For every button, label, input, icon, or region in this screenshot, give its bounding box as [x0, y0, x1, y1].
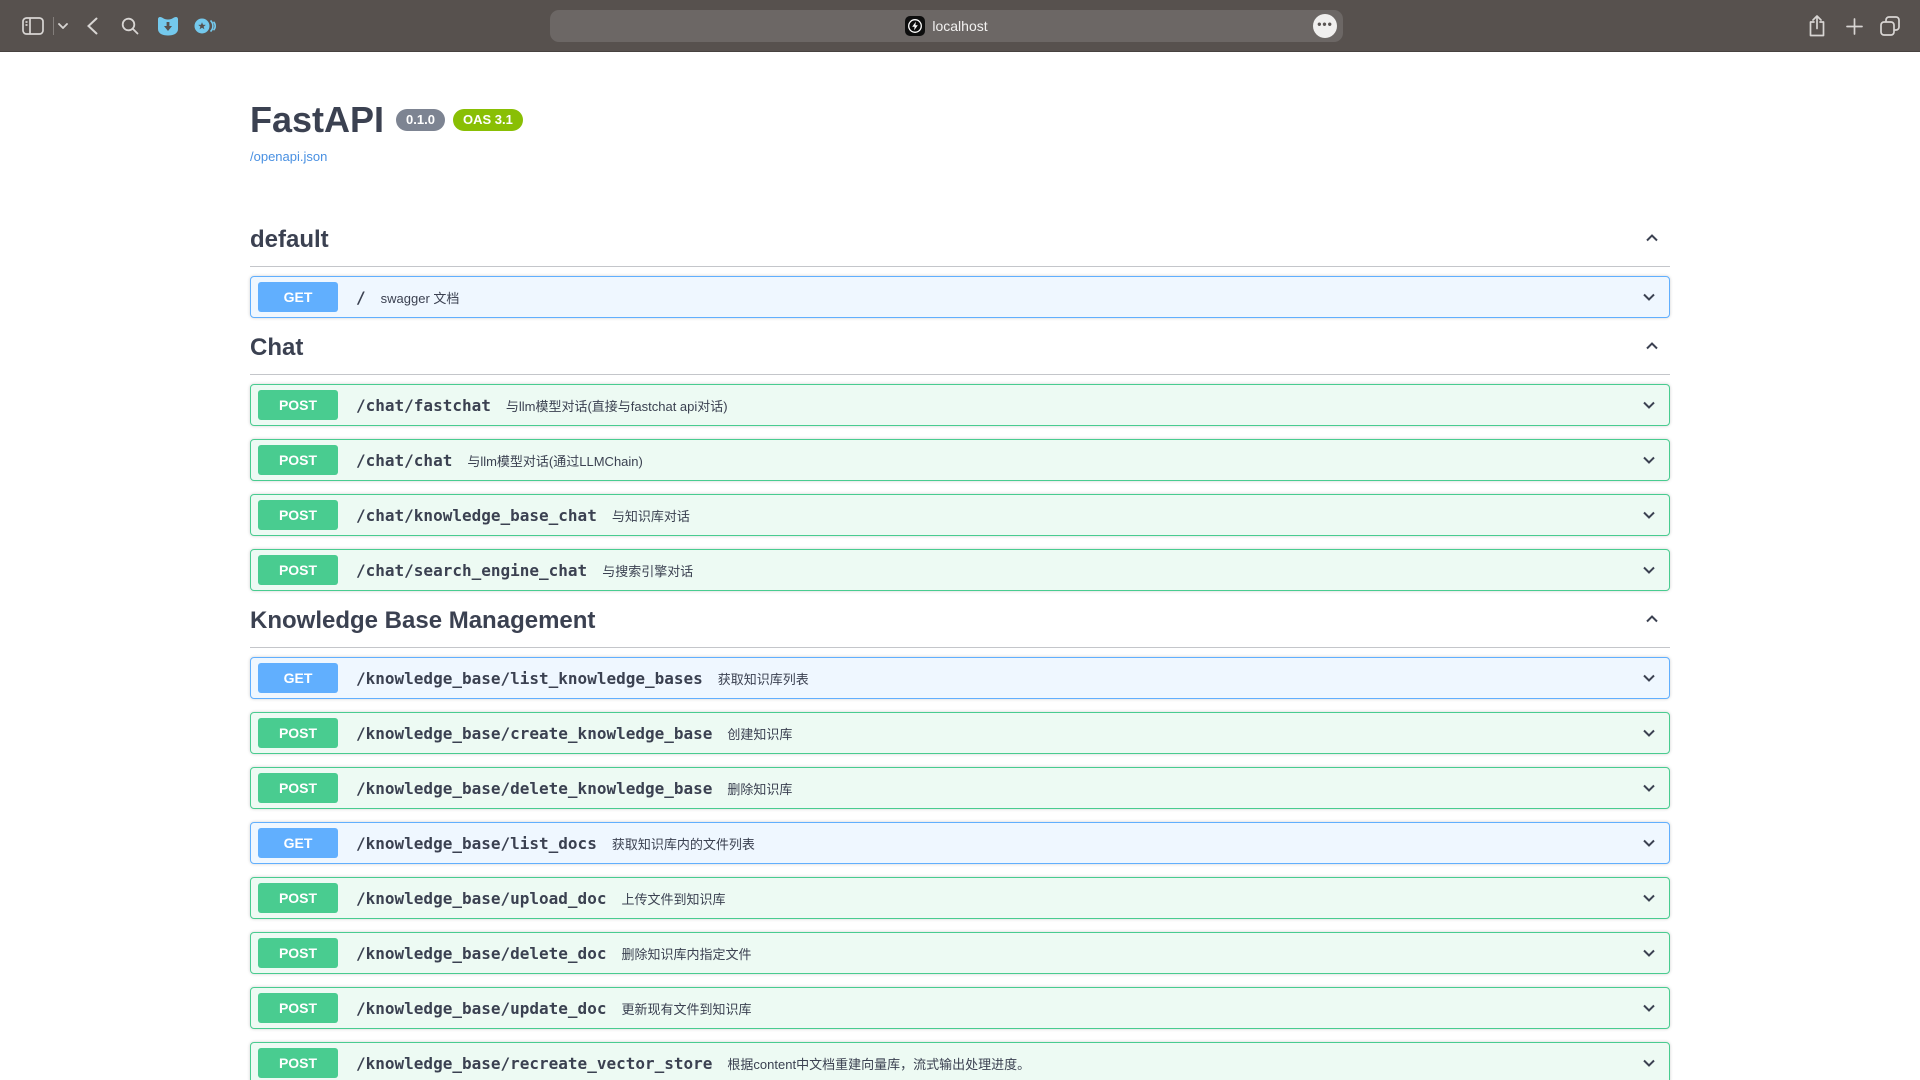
endpoint-summary: swagger 文档: [381, 288, 460, 307]
endpoint-path: /: [356, 288, 366, 307]
section-header[interactable]: Chat: [250, 334, 1670, 375]
method-badge: POST: [258, 773, 338, 803]
chevron-down-icon[interactable]: [1639, 395, 1659, 415]
section-title: Chat: [250, 334, 303, 362]
endpoint-row[interactable]: GET /knowledge_base/list_knowledge_bases…: [250, 657, 1670, 699]
section-knowledge-base-management: Knowledge Base Management GET /knowledge…: [250, 607, 1670, 1080]
chevron-down-icon[interactable]: [1639, 450, 1659, 470]
method-badge: POST: [258, 500, 338, 530]
endpoint-row[interactable]: GET /knowledge_base/list_docs 获取知识库内的文件列…: [250, 822, 1670, 864]
chevron-down-icon[interactable]: [1639, 668, 1659, 688]
share-icon[interactable]: [1806, 0, 1828, 52]
section-chat: Chat POST /chat/fastchat 与llm模型对话(直接与fas…: [250, 334, 1670, 591]
version-badge: 0.1.0: [396, 109, 445, 131]
endpoint-path: /knowledge_base/upload_doc: [356, 889, 606, 908]
endpoint-row[interactable]: POST /knowledge_base/delete_knowledge_ba…: [250, 767, 1670, 809]
api-info: FastAPI 0.1.0 OAS 3.1 /openapi.json: [250, 100, 1670, 166]
endpoint-row[interactable]: POST /chat/search_engine_chat 与搜索引擎对话: [250, 549, 1670, 591]
method-badge: POST: [258, 390, 338, 420]
method-badge: POST: [258, 445, 338, 475]
new-tab-icon[interactable]: [1844, 0, 1864, 52]
section-header[interactable]: Knowledge Base Management: [250, 607, 1670, 648]
endpoint-row[interactable]: POST /knowledge_base/recreate_vector_sto…: [250, 1042, 1670, 1080]
search-icon[interactable]: [120, 0, 140, 52]
endpoint-path: /knowledge_base/list_knowledge_bases: [356, 669, 703, 688]
api-title: FastAPI: [250, 100, 384, 140]
endpoint-row[interactable]: POST /knowledge_base/delete_doc 删除知识库内指定…: [250, 932, 1670, 974]
endpoint-path: /knowledge_base/delete_knowledge_base: [356, 779, 712, 798]
endpoint-row[interactable]: POST /knowledge_base/upload_doc 上传文件到知识库: [250, 877, 1670, 919]
method-badge: POST: [258, 883, 338, 913]
endpoint-summary: 获取知识库列表: [718, 669, 809, 688]
back-icon[interactable]: [83, 0, 101, 52]
browser-toolbar: localhost •••: [0, 0, 1920, 52]
endpoint-summary: 上传文件到知识库: [621, 889, 725, 908]
endpoint-summary: 删除知识库: [727, 779, 792, 798]
section-default: default GET / swagger 文档: [250, 226, 1670, 318]
endpoint-path: /chat/knowledge_base_chat: [356, 506, 597, 525]
endpoint-path: /knowledge_base/create_knowledge_base: [356, 724, 712, 743]
endpoint-row[interactable]: GET / swagger 文档: [250, 276, 1670, 318]
section-title: Knowledge Base Management: [250, 607, 595, 635]
endpoint-row[interactable]: POST /knowledge_base/update_doc 更新现有文件到知…: [250, 987, 1670, 1029]
chevron-down-icon[interactable]: [56, 0, 70, 52]
endpoint-summary: 创建知识库: [727, 724, 792, 743]
chevron-up-icon[interactable]: [1634, 228, 1670, 253]
oas-badge: OAS 3.1: [453, 109, 523, 131]
endpoint-row[interactable]: POST /chat/knowledge_base_chat 与知识库对话: [250, 494, 1670, 536]
url-text: localhost: [932, 18, 987, 34]
endpoint-summary: 与知识库对话: [612, 506, 690, 525]
tab-overview-icon[interactable]: [1878, 0, 1902, 52]
address-bar[interactable]: localhost •••: [550, 10, 1343, 42]
endpoint-row[interactable]: POST /chat/fastchat 与llm模型对话(直接与fastchat…: [250, 384, 1670, 426]
method-badge: POST: [258, 993, 338, 1023]
endpoint-row[interactable]: POST /knowledge_base/create_knowledge_ba…: [250, 712, 1670, 754]
chevron-down-icon[interactable]: [1639, 1053, 1659, 1073]
sidebar-icon[interactable]: [21, 0, 45, 52]
endpoint-summary: 删除知识库内指定文件: [621, 944, 751, 963]
endpoint-path: /knowledge_base/recreate_vector_store: [356, 1054, 712, 1073]
endpoint-summary: 与llm模型对话(直接与fastchat api对话): [506, 396, 728, 415]
endpoint-path: /chat/search_engine_chat: [356, 561, 587, 580]
endpoint-path: /knowledge_base/update_doc: [356, 999, 606, 1018]
circles-extension-icon[interactable]: [192, 0, 218, 52]
endpoint-summary: 与搜索引擎对话: [602, 561, 693, 580]
chevron-down-icon[interactable]: [1639, 287, 1659, 307]
method-badge: POST: [258, 718, 338, 748]
section-title: default: [250, 226, 329, 254]
method-badge: GET: [258, 663, 338, 693]
endpoint-path: /knowledge_base/list_docs: [356, 834, 597, 853]
chevron-down-icon[interactable]: [1639, 560, 1659, 580]
endpoint-row[interactable]: POST /chat/chat 与llm模型对话(通过LLMChain): [250, 439, 1670, 481]
endpoint-summary: 更新现有文件到知识库: [621, 999, 751, 1018]
endpoint-path: /knowledge_base/delete_doc: [356, 944, 606, 963]
endpoint-summary: 根据content中文档重建向量库，流式输出处理进度。: [727, 1054, 1030, 1073]
chevron-down-icon[interactable]: [1639, 888, 1659, 908]
site-favicon-icon: [905, 16, 925, 36]
chevron-down-icon[interactable]: [1639, 778, 1659, 798]
chevron-down-icon[interactable]: [1639, 723, 1659, 743]
page-settings-button[interactable]: •••: [1313, 14, 1337, 38]
chevron-down-icon[interactable]: [1639, 943, 1659, 963]
endpoint-path: /chat/fastchat: [356, 396, 491, 415]
method-badge: POST: [258, 1048, 338, 1078]
method-badge: POST: [258, 938, 338, 968]
openapi-spec-link[interactable]: /openapi.json: [250, 149, 327, 164]
chevron-up-icon[interactable]: [1634, 336, 1670, 361]
chevron-down-icon[interactable]: [1639, 998, 1659, 1018]
chevron-down-icon[interactable]: [1639, 505, 1659, 525]
endpoint-path: /chat/chat: [356, 451, 452, 470]
method-badge: POST: [258, 555, 338, 585]
endpoint-summary: 获取知识库内的文件列表: [612, 834, 755, 853]
swagger-ui: FastAPI 0.1.0 OAS 3.1 /openapi.json defa…: [250, 52, 1670, 1080]
toolbar-separator: [53, 17, 54, 35]
chevron-down-icon[interactable]: [1639, 833, 1659, 853]
chevron-up-icon[interactable]: [1634, 609, 1670, 634]
method-badge: GET: [258, 828, 338, 858]
endpoint-summary: 与llm模型对话(通过LLMChain): [467, 451, 643, 470]
section-header[interactable]: default: [250, 226, 1670, 267]
shield-extension-icon[interactable]: [156, 0, 180, 52]
page-title: FastAPI 0.1.0 OAS 3.1: [250, 100, 1670, 140]
method-badge: GET: [258, 282, 338, 312]
